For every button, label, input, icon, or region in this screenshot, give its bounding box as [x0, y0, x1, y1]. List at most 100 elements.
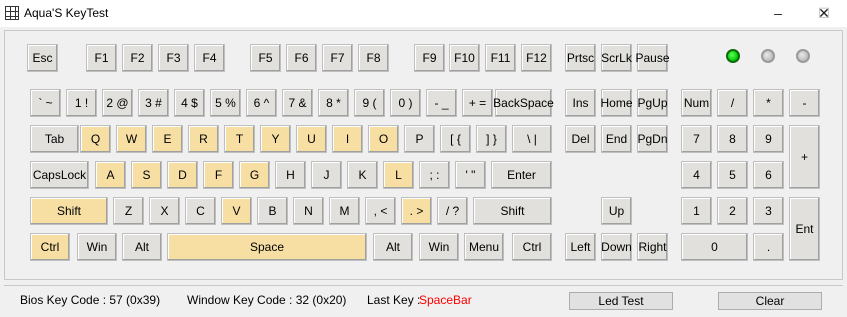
key-kp-div[interactable]: / — [717, 89, 748, 117]
key-f9[interactable]: F9 — [414, 44, 445, 72]
key-rbracket[interactable]: ] } — [476, 125, 507, 153]
key-f6[interactable]: F6 — [286, 44, 317, 72]
key-g[interactable]: G — [239, 161, 270, 189]
key-lshift[interactable]: Shift — [30, 197, 108, 225]
key-quote[interactable]: ' " — [455, 161, 486, 189]
key-tab[interactable]: Tab — [30, 125, 79, 153]
key-ins[interactable]: Ins — [565, 89, 596, 117]
key-v[interactable]: V — [221, 197, 252, 225]
key-kp2[interactable]: 2 — [717, 197, 748, 225]
key-kp7[interactable]: 7 — [681, 125, 712, 153]
key-f4[interactable]: F4 — [194, 44, 225, 72]
key-rctrl[interactable]: Ctrl — [512, 233, 552, 261]
key-d2[interactable]: 2 @ — [102, 89, 133, 117]
key-kp-mul[interactable]: * — [753, 89, 784, 117]
key-scrlk[interactable]: ScrLk — [601, 44, 632, 72]
key-d5[interactable]: 5 % — [210, 89, 241, 117]
led-test-button[interactable]: Led Test — [569, 292, 673, 310]
key-slash[interactable]: / ? — [437, 197, 468, 225]
key-lwin[interactable]: Win — [77, 233, 117, 261]
key-f3[interactable]: F3 — [158, 44, 189, 72]
key-space[interactable]: Space — [167, 233, 367, 261]
key-d3[interactable]: 3 # — [138, 89, 169, 117]
key-f12[interactable]: F12 — [521, 44, 552, 72]
key-prtsc[interactable]: Prtsc — [565, 44, 596, 72]
key-rwin[interactable]: Win — [419, 233, 459, 261]
key-m[interactable]: M — [329, 197, 360, 225]
clear-button[interactable]: Clear — [718, 292, 822, 310]
key-pgup[interactable]: PgUp — [637, 89, 668, 117]
key-k[interactable]: K — [347, 161, 378, 189]
key-pause[interactable]: Pause — [635, 44, 670, 72]
key-f7[interactable]: F7 — [322, 44, 353, 72]
key-d4[interactable]: 4 $ — [174, 89, 205, 117]
key-menu[interactable]: Menu — [464, 233, 504, 261]
key-ralt[interactable]: Alt — [373, 233, 413, 261]
close-button[interactable]: ✕ — [801, 0, 847, 27]
key-lbracket[interactable]: [ { — [440, 125, 471, 153]
key-y[interactable]: Y — [260, 125, 291, 153]
key-f[interactable]: F — [203, 161, 234, 189]
key-enter[interactable]: Enter — [491, 161, 552, 189]
key-q[interactable]: Q — [80, 125, 111, 153]
key-d9[interactable]: 9 ( — [354, 89, 385, 117]
key-minus[interactable]: - _ — [426, 89, 457, 117]
key-z[interactable]: Z — [113, 197, 144, 225]
key-n[interactable]: N — [293, 197, 324, 225]
key-rshift[interactable]: Shift — [473, 197, 552, 225]
key-backslash[interactable]: \ | — [512, 125, 552, 153]
key-a[interactable]: A — [95, 161, 126, 189]
key-t[interactable]: T — [224, 125, 255, 153]
key-period[interactable]: . > — [401, 197, 432, 225]
key-backspace[interactable]: BackSpace — [493, 89, 554, 117]
key-kp-add[interactable]: + — [789, 125, 820, 189]
key-esc[interactable]: Esc — [27, 44, 58, 72]
key-d1[interactable]: 1 ! — [66, 89, 97, 117]
key-h[interactable]: H — [275, 161, 306, 189]
key-home[interactable]: Home — [601, 89, 633, 117]
key-kp1[interactable]: 1 — [681, 197, 712, 225]
key-l[interactable]: L — [383, 161, 414, 189]
key-kp8[interactable]: 8 — [717, 125, 748, 153]
key-p[interactable]: P — [404, 125, 435, 153]
key-kp4[interactable]: 4 — [681, 161, 712, 189]
key-kp5[interactable]: 5 — [717, 161, 748, 189]
key-i[interactable]: I — [332, 125, 363, 153]
key-kp-sub[interactable]: - — [789, 89, 820, 117]
key-comma[interactable]: , < — [365, 197, 396, 225]
key-f5[interactable]: F5 — [250, 44, 281, 72]
key-left[interactable]: Left — [565, 233, 596, 261]
key-d6[interactable]: 6 ^ — [246, 89, 277, 117]
key-b[interactable]: B — [257, 197, 288, 225]
key-kp-enter[interactable]: Ent — [789, 197, 820, 261]
key-d8[interactable]: 8 * — [318, 89, 349, 117]
key-e[interactable]: E — [152, 125, 183, 153]
key-up[interactable]: Up — [601, 197, 632, 225]
key-f10[interactable]: F10 — [449, 44, 480, 72]
key-kp0[interactable]: 0 — [681, 233, 748, 261]
key-equals[interactable]: + = — [462, 89, 493, 117]
key-capslock[interactable]: CapsLock — [30, 161, 89, 189]
key-pgdn[interactable]: PgDn — [637, 125, 668, 153]
key-u[interactable]: U — [296, 125, 327, 153]
key-lalt[interactable]: Alt — [122, 233, 162, 261]
key-f1[interactable]: F1 — [86, 44, 117, 72]
key-j[interactable]: J — [311, 161, 342, 189]
key-o[interactable]: O — [368, 125, 399, 153]
key-s[interactable]: S — [131, 161, 162, 189]
key-kp6[interactable]: 6 — [753, 161, 784, 189]
key-d[interactable]: D — [167, 161, 198, 189]
key-num[interactable]: Num — [681, 89, 712, 117]
key-kp3[interactable]: 3 — [753, 197, 784, 225]
key-semicolon[interactable]: ; : — [419, 161, 450, 189]
key-f11[interactable]: F11 — [485, 44, 516, 72]
key-w[interactable]: W — [116, 125, 147, 153]
key-r[interactable]: R — [188, 125, 219, 153]
key-kp-dot[interactable]: . — [753, 233, 784, 261]
key-c[interactable]: C — [185, 197, 216, 225]
key-down[interactable]: Down — [601, 233, 632, 261]
key-x[interactable]: X — [149, 197, 180, 225]
key-kp9[interactable]: 9 — [753, 125, 784, 153]
key-backtick[interactable]: ` ~ — [30, 89, 61, 117]
key-right[interactable]: Right — [637, 233, 668, 261]
